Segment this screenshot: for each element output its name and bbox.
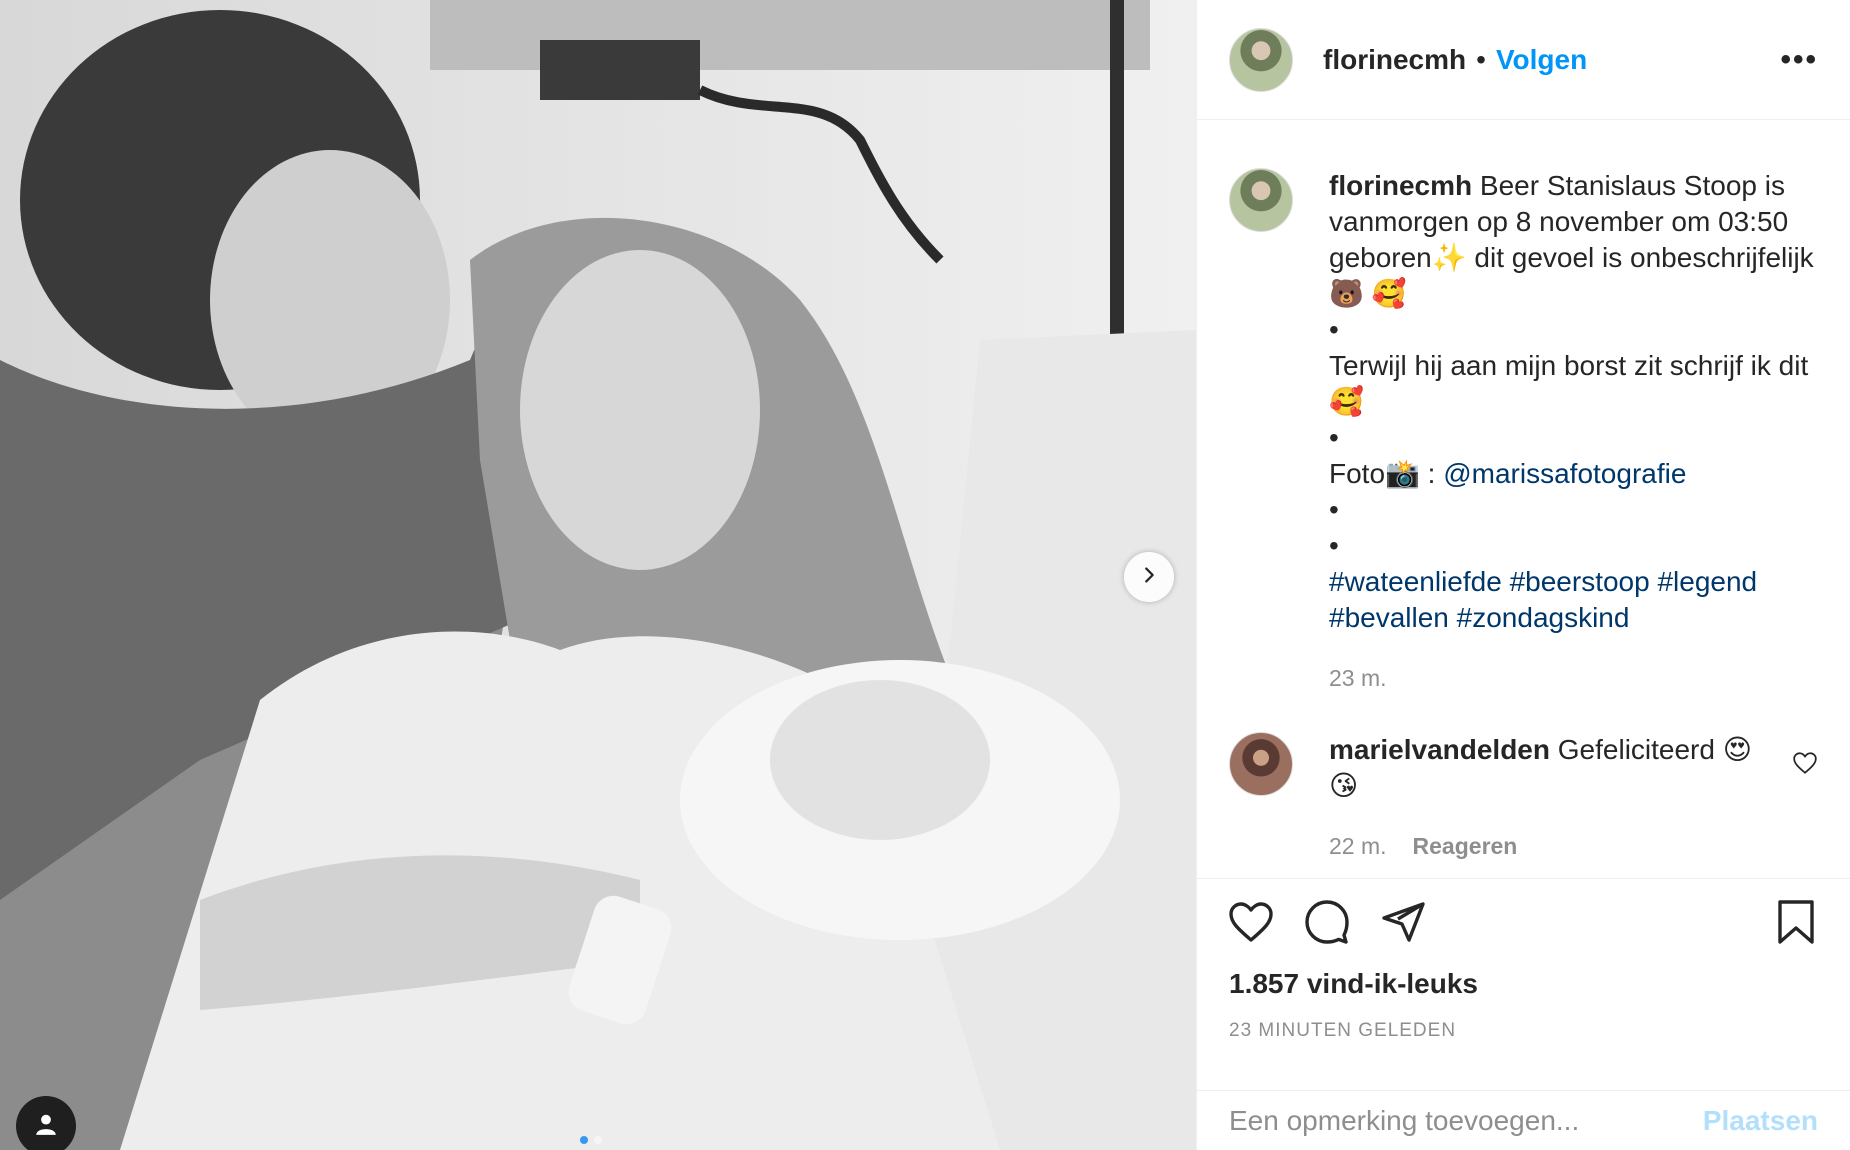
- chevron-right-icon: [1138, 564, 1160, 591]
- comment-meta: 22 m. Reageren: [1329, 828, 1780, 864]
- carousel-indicator: [580, 1136, 602, 1144]
- comment-body: marielvandelden Gefeliciteerd 😍 😘 22 m. …: [1329, 732, 1780, 864]
- caption-username[interactable]: florinecmh: [1329, 170, 1472, 201]
- heart-icon[interactable]: [1227, 898, 1275, 951]
- username-link[interactable]: florinecmh: [1323, 44, 1466, 76]
- comment-time[interactable]: 22 m.: [1329, 828, 1387, 864]
- caption-photo-credit: Foto📸 : @marissafotografie: [1329, 456, 1818, 492]
- heart-icon[interactable]: [1792, 750, 1818, 864]
- bookmark-icon[interactable]: [1772, 898, 1820, 951]
- more-options-button[interactable]: •••: [1780, 43, 1818, 77]
- post-side-panel: florinecmh • Volgen ••• florinecmh Beer …: [1196, 0, 1850, 1150]
- comment-item: marielvandelden Gefeliciteerd 😍 😘 22 m. …: [1229, 732, 1818, 864]
- caption-bullet: •: [1329, 422, 1339, 453]
- post-photo[interactable]: [0, 0, 1196, 1150]
- hashtags-link[interactable]: #wateenliefde #beerstoop #legend #bevall…: [1329, 564, 1818, 636]
- caption-photo-prefix: Foto📸 :: [1329, 458, 1444, 489]
- caption-text-2: Terwijl hij aan mijn borst zit schrijf i…: [1329, 350, 1809, 417]
- action-bar: [1227, 898, 1820, 951]
- post-comment-button[interactable]: Plaatsen: [1703, 1105, 1818, 1137]
- reply-button[interactable]: Reageren: [1413, 828, 1518, 864]
- likes-count[interactable]: 1.857 vind-ik-leuks: [1229, 968, 1478, 1000]
- caption-meta: 23 m.: [1329, 660, 1818, 696]
- add-comment-bar: Plaatsen: [1197, 1090, 1850, 1150]
- next-photo-button[interactable]: [1124, 552, 1174, 602]
- comment-username[interactable]: marielvandelden: [1329, 734, 1550, 765]
- tagged-users-button[interactable]: [16, 1096, 76, 1150]
- avatar[interactable]: [1229, 168, 1293, 232]
- caption: florinecmh Beer Stanislaus Stoop is vanm…: [1229, 168, 1818, 696]
- header-separator: •: [1476, 43, 1486, 75]
- caption-bullet: •: [1329, 494, 1339, 525]
- mention-link[interactable]: @marissafotografie: [1443, 458, 1686, 489]
- caption-bullet: •: [1329, 530, 1339, 561]
- caption-time[interactable]: 23 m.: [1329, 660, 1387, 696]
- carousel-dot: [580, 1136, 588, 1144]
- comment-input[interactable]: [1229, 1104, 1703, 1137]
- post-header: florinecmh • Volgen •••: [1197, 0, 1850, 120]
- photo-scene: [0, 0, 1196, 1150]
- comments-list[interactable]: florinecmh Beer Stanislaus Stoop is vanm…: [1197, 120, 1850, 878]
- avatar[interactable]: [1229, 732, 1293, 796]
- caption-body: florinecmh Beer Stanislaus Stoop is vanm…: [1329, 168, 1818, 696]
- user-tag-icon: [33, 1111, 59, 1142]
- follow-button[interactable]: Volgen: [1496, 44, 1587, 76]
- comment-icon[interactable]: [1303, 898, 1351, 951]
- post-timestamp[interactable]: 23 MINUTEN GELEDEN: [1229, 1020, 1456, 1042]
- caption-bullet: •: [1329, 314, 1339, 345]
- divider: [1197, 878, 1850, 879]
- share-icon[interactable]: [1379, 898, 1427, 951]
- carousel-dot: [594, 1136, 602, 1144]
- avatar[interactable]: [1229, 27, 1293, 92]
